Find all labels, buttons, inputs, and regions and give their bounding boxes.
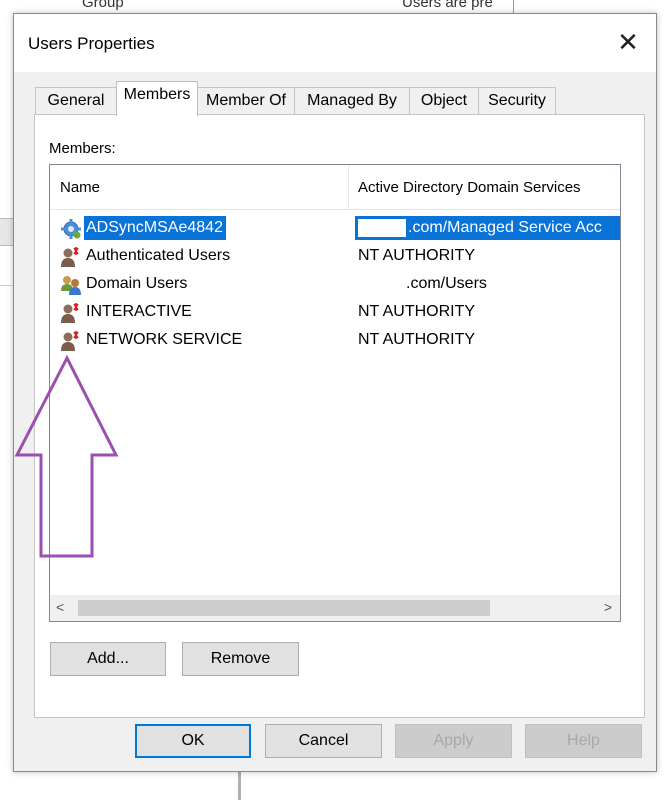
tab-members[interactable]: Members	[116, 81, 198, 116]
annotation-arrow-icon	[14, 354, 119, 558]
annotation-arrow-shape	[14, 354, 119, 558]
